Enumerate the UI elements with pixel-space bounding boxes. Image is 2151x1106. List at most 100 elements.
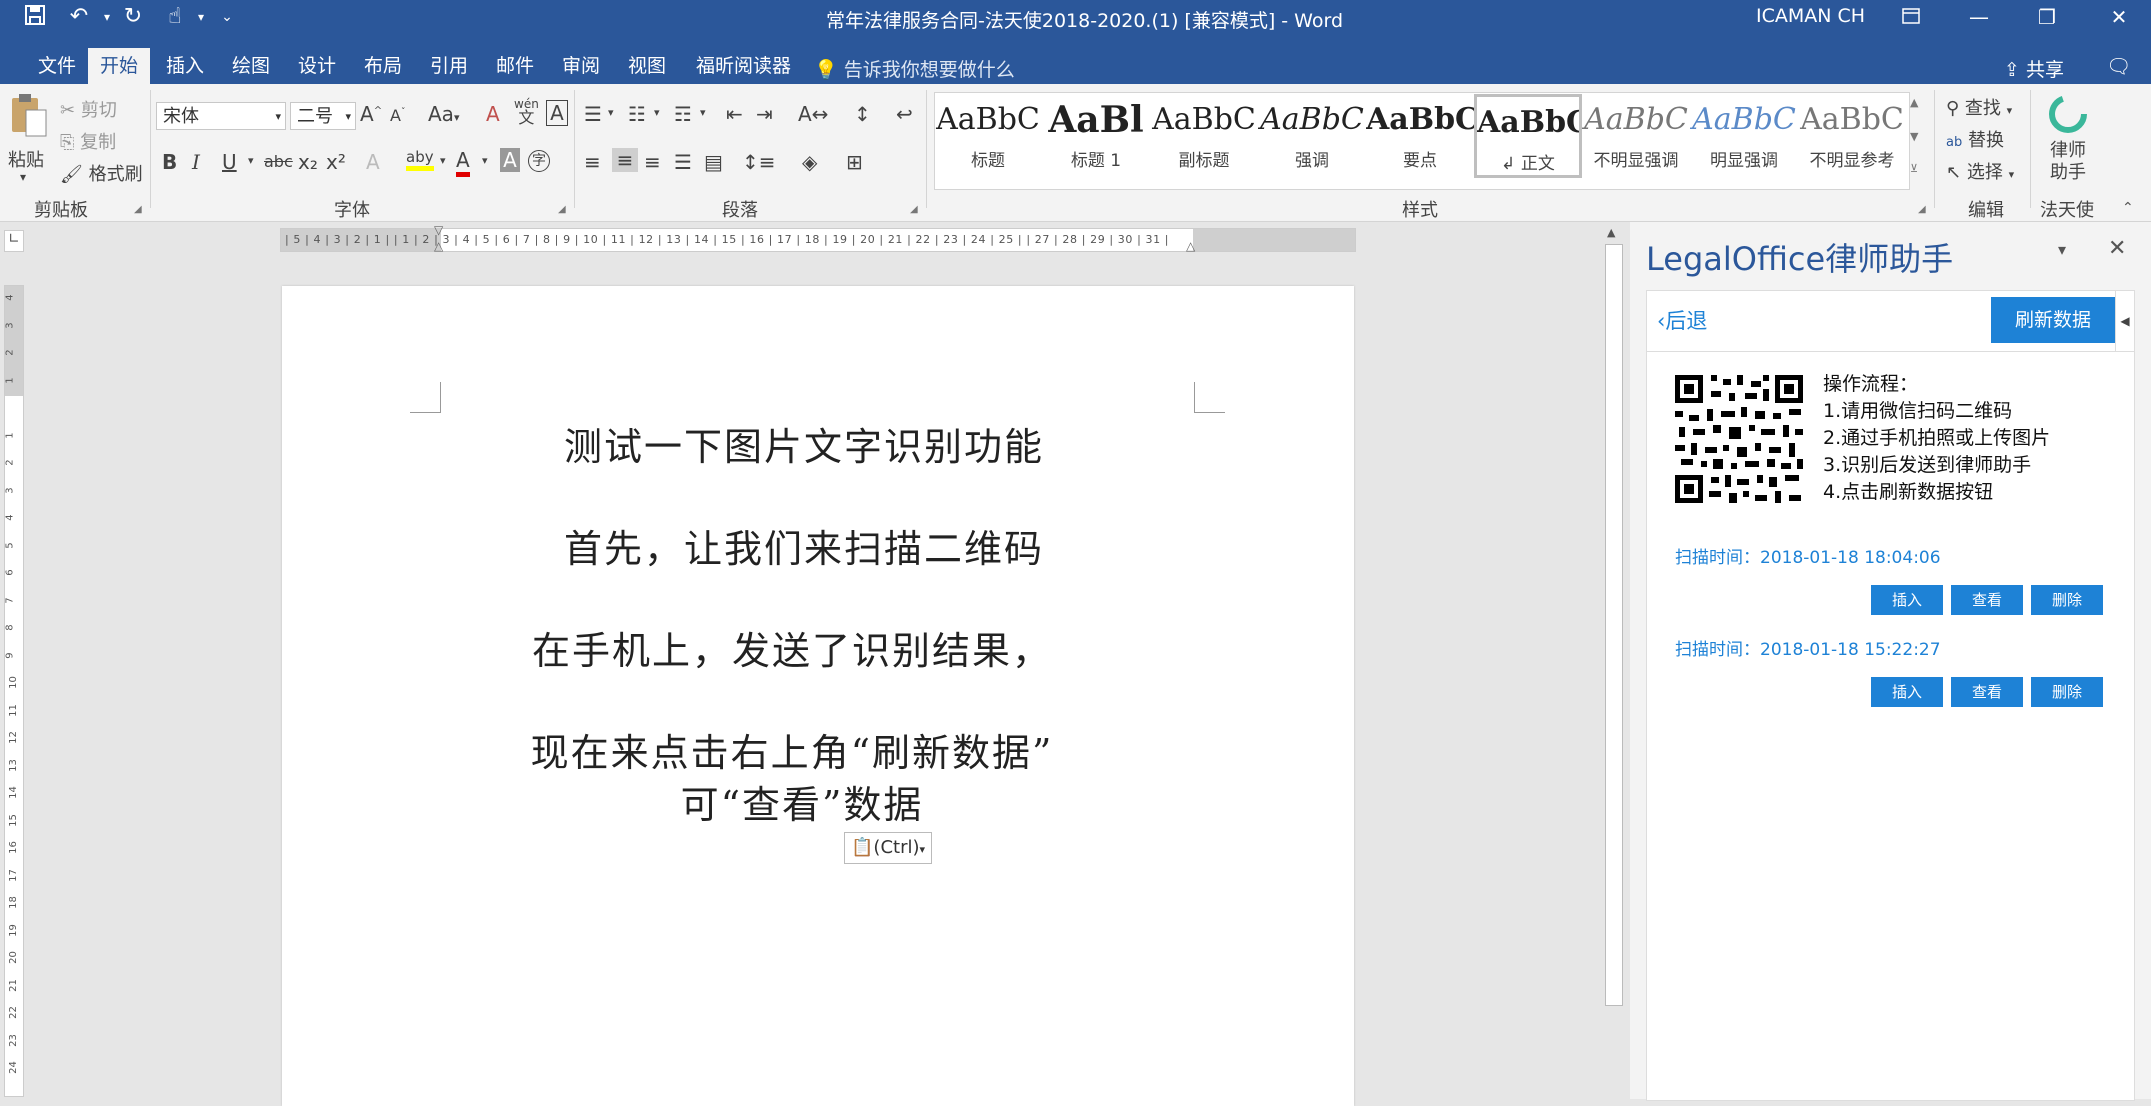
redo-icon[interactable]: ↻ — [118, 4, 148, 30]
lawyer-assistant-logo-icon[interactable] — [2048, 94, 2088, 134]
view-button[interactable]: 查看 — [1951, 677, 2023, 707]
copy-button[interactable]: ⎘ 复制 — [60, 128, 116, 154]
format-painter-button[interactable]: 🖌 格式刷 — [60, 160, 143, 186]
first-line-indent-marker[interactable]: ▽ — [434, 223, 443, 237]
style-subtitle[interactable]: AaBbC 副标题 — [1150, 94, 1258, 178]
character-shading-icon[interactable]: A — [500, 148, 520, 172]
bullets-icon[interactable]: ☰ — [584, 102, 602, 126]
style-emphasis[interactable]: AaBbC 强调 — [1258, 94, 1366, 178]
clipboard-launcher-icon[interactable]: ◢ — [134, 204, 142, 215]
tab-mailings[interactable]: 邮件 — [484, 48, 546, 84]
tab-view[interactable]: 视图 — [616, 48, 678, 84]
enclose-characters-icon[interactable]: 字 — [528, 150, 550, 172]
numbering-dropdown-icon[interactable]: ▾ — [654, 106, 660, 119]
horizontal-ruler[interactable]: | 5 | 4 | 3 | 2 | 1 | | 1 | 2 | 3 | 4 | … — [280, 223, 1356, 253]
cut-button[interactable]: ✂ 剪切 — [60, 96, 117, 122]
document-page[interactable]: 测试一下图片文字识别功能 首先，让我们来扫描二维码 在手机上，发送了识别结果， … — [282, 286, 1354, 1106]
vertical-scrollbar[interactable]: ▲ — [1602, 222, 1624, 1099]
grow-font-icon[interactable]: A^ — [360, 102, 382, 126]
bullets-dropdown-icon[interactable]: ▾ — [608, 106, 614, 119]
styles-more-icon[interactable]: ⊻ — [1910, 162, 1918, 175]
shrink-font-icon[interactable]: Aˇ — [390, 106, 405, 125]
styles-scroll-up-icon[interactable]: ▲ — [1910, 96, 1918, 109]
text-effects-icon[interactable]: A — [366, 150, 380, 174]
sort-icon[interactable]: ↕ — [854, 102, 871, 126]
scrollbar-thumb[interactable] — [1605, 244, 1623, 1006]
doc-paragraph[interactable]: 现在来点击右上角“刷新数据” — [256, 722, 1328, 777]
borders-icon[interactable]: ⊞ — [846, 150, 863, 174]
minimize-icon[interactable]: — — [1948, 0, 2010, 34]
delete-button[interactable]: 删除 — [2031, 677, 2103, 707]
pane-expand-icon[interactable]: ◀ — [2115, 291, 2134, 351]
insert-button[interactable]: 插入 — [1871, 677, 1943, 707]
superscript-icon[interactable]: x² — [326, 150, 346, 174]
refresh-data-button[interactable]: 刷新数据 — [1991, 297, 2115, 343]
tab-insert[interactable]: 插入 — [154, 48, 216, 84]
underline-dropdown-icon[interactable]: ▾ — [248, 154, 254, 167]
pane-options-icon[interactable]: ▾ — [2058, 240, 2066, 259]
increase-indent-icon[interactable]: ⇥ — [756, 102, 773, 126]
tab-home[interactable]: 开始 — [88, 48, 151, 84]
style-subtle-reference[interactable]: AaBbC 不明显参考 — [1798, 94, 1906, 178]
font-color-dropdown-icon[interactable]: ▾ — [482, 154, 488, 167]
restore-icon[interactable]: ❐ — [2016, 0, 2078, 34]
lawyer-assistant-button[interactable]: 律师助手 — [2048, 140, 2088, 184]
doc-paragraph[interactable]: 可“查看”数据 — [266, 774, 1338, 829]
back-button[interactable]: ‹后退 — [1657, 305, 1707, 335]
paste-options-button[interactable]: 📋(Ctrl)▾ — [844, 832, 933, 864]
phonetic-guide-icon[interactable]: wén 文 — [514, 98, 539, 126]
styles-scroll-down-icon[interactable]: ▼ — [1910, 130, 1918, 143]
tab-design[interactable]: 设计 — [286, 48, 348, 84]
style-heading[interactable]: AaBbC 标题 — [934, 94, 1042, 178]
style-subtle-emphasis[interactable]: AaBbC 不明显强调 — [1582, 94, 1690, 178]
paste-button[interactable]: 粘贴 — [8, 146, 44, 172]
doc-paragraph[interactable]: 测试一下图片文字识别功能 — [268, 416, 1340, 471]
style-strong[interactable]: AaBbC 要点 — [1366, 94, 1474, 178]
select-button[interactable]: ↖ 选择 ▾ — [1946, 158, 2014, 184]
distributed-icon[interactable]: ▤ — [704, 150, 723, 174]
font-name-dropdown[interactable]: 宋体 ▾ — [156, 102, 286, 130]
tab-selector-icon[interactable]: ∟ — [4, 230, 24, 252]
share-button[interactable]: ⇪ 共享 — [2004, 55, 2064, 82]
font-color-icon[interactable]: A — [456, 148, 470, 177]
shading-icon[interactable]: ◈ — [802, 150, 817, 174]
show-marks-icon[interactable]: ↩ — [896, 102, 913, 126]
ribbon-display-options-icon[interactable] — [1880, 0, 1942, 34]
decrease-indent-icon[interactable]: ⇤ — [726, 102, 743, 126]
justify-icon[interactable]: ☰ — [674, 150, 692, 174]
style-heading-1[interactable]: AaBl 标题 1 — [1042, 94, 1150, 178]
align-right-icon[interactable]: ≡ — [644, 150, 661, 174]
pane-close-icon[interactable]: ✕ — [2108, 236, 2126, 261]
tab-references[interactable]: 引用 — [418, 48, 480, 84]
delete-button[interactable]: 删除 — [2031, 585, 2103, 615]
collapse-ribbon-icon[interactable]: ⌃ — [2122, 200, 2134, 216]
scroll-up-icon[interactable]: ▲ — [1607, 226, 1615, 239]
text-direction-icon[interactable]: A↔ — [798, 102, 828, 126]
tab-review[interactable]: 审阅 — [550, 48, 612, 84]
insert-button[interactable]: 插入 — [1871, 585, 1943, 615]
align-center-icon[interactable]: ≡ — [612, 148, 638, 172]
highlight-dropdown-icon[interactable]: ▾ — [440, 154, 446, 167]
tab-file[interactable]: 文件 — [26, 48, 88, 84]
close-icon[interactable]: ✕ — [2088, 0, 2150, 34]
customize-toolbar-icon[interactable]: ⌄ — [212, 4, 242, 30]
view-button[interactable]: 查看 — [1951, 585, 2023, 615]
italic-icon[interactable]: I — [192, 150, 200, 174]
align-left-icon[interactable]: ≡ — [584, 150, 601, 174]
comments-icon[interactable]: 🗨 — [2106, 54, 2131, 78]
change-case-icon[interactable]: Aa▾ — [428, 102, 459, 126]
style-normal[interactable]: AaBbC ↲ 正文 — [1474, 94, 1582, 178]
styles-launcher-icon[interactable]: ◢ — [1918, 204, 1926, 215]
doc-paragraph[interactable]: 首先，让我们来扫描二维码 — [268, 518, 1340, 573]
paragraph-launcher-icon[interactable]: ◢ — [910, 204, 918, 215]
font-size-dropdown[interactable]: 二号 ▾ — [290, 102, 356, 130]
doc-paragraph[interactable]: 在手机上，发送了识别结果， — [256, 620, 1328, 675]
tab-foxit-reader[interactable]: 福昕阅读器 — [684, 48, 803, 84]
subscript-icon[interactable]: x₂ — [298, 150, 318, 174]
multilevel-list-icon[interactable]: ☶ — [674, 102, 692, 126]
hanging-indent-marker[interactable]: △ — [434, 239, 443, 253]
style-intense-emphasis[interactable]: AaBbC 明显强调 — [1690, 94, 1798, 178]
save-icon[interactable] — [20, 4, 50, 30]
paste-icon[interactable] — [8, 92, 52, 144]
tab-layout[interactable]: 布局 — [352, 48, 414, 84]
